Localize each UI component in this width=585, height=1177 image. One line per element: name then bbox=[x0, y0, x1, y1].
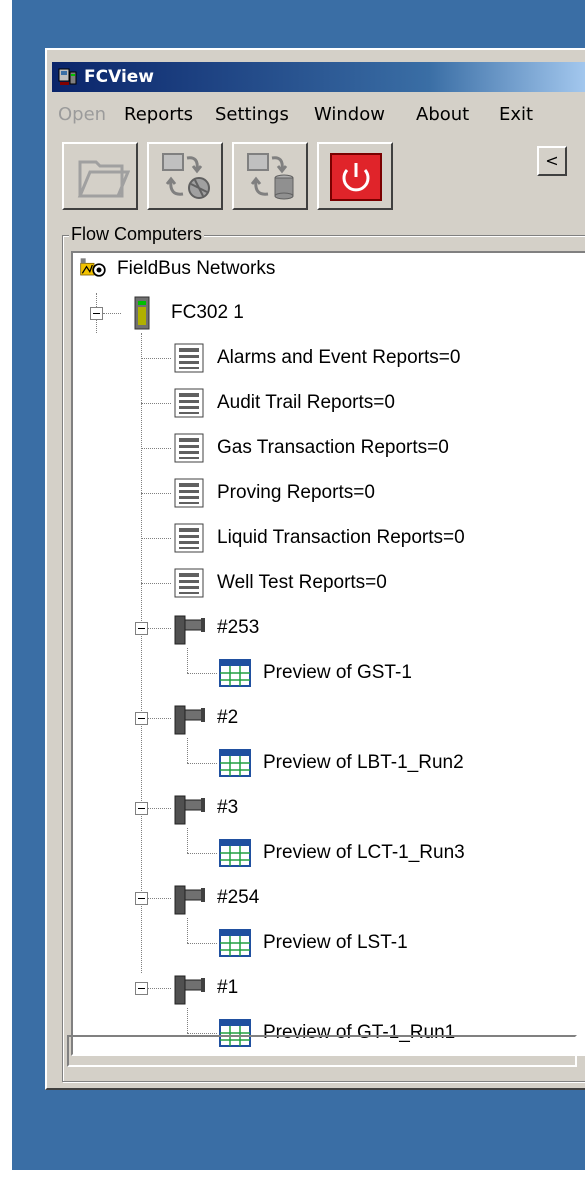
collapse-icon[interactable] bbox=[90, 307, 103, 320]
menu-about[interactable]: About bbox=[416, 104, 469, 125]
collapse-icon[interactable] bbox=[135, 982, 148, 995]
pipe-tee-icon bbox=[174, 615, 205, 645]
flow-computers-label: Flow Computers bbox=[69, 224, 205, 245]
tree-connector bbox=[141, 538, 171, 539]
table-preview-icon bbox=[219, 929, 251, 957]
report-label: Audit Trail Reports=0 bbox=[217, 392, 395, 413]
report-label: Well Test Reports=0 bbox=[217, 572, 387, 593]
network-transfer-button[interactable] bbox=[147, 142, 223, 210]
meter-run-label: #1 bbox=[217, 977, 239, 998]
database-transfer-button[interactable] bbox=[232, 142, 308, 210]
status-bar bbox=[67, 1035, 577, 1067]
report-icon bbox=[174, 568, 204, 598]
flow-computer-icon bbox=[134, 296, 150, 330]
flow-computers-group: Flow Computers FieldBus Networks FC302 1… bbox=[62, 224, 585, 1082]
database-transfer-icon bbox=[247, 153, 294, 200]
tree-connector bbox=[147, 898, 171, 899]
tree-connector bbox=[187, 738, 188, 763]
power-icon bbox=[330, 153, 382, 201]
menu-bar: Open Reports Settings Window About Exit bbox=[52, 98, 585, 132]
tree-connector bbox=[141, 358, 171, 359]
pipe-tee-icon bbox=[174, 705, 205, 735]
tree-connector bbox=[103, 313, 121, 314]
flow-computers-tree[interactable]: FieldBus Networks FC302 1 Alarms and Eve… bbox=[71, 251, 585, 1056]
pipe-tee-icon bbox=[174, 795, 205, 825]
tree-connector bbox=[147, 628, 171, 629]
screen-edge-bottom bbox=[0, 1170, 585, 1177]
collapse-icon[interactable] bbox=[135, 712, 148, 725]
tree-connector bbox=[187, 943, 217, 944]
meter-run-label: #253 bbox=[217, 617, 260, 638]
window-title: FCView bbox=[84, 67, 155, 87]
report-label: Gas Transaction Reports=0 bbox=[217, 437, 449, 458]
tree-connector bbox=[187, 763, 217, 764]
open-folder-icon bbox=[77, 160, 130, 198]
fieldbus-network-icon bbox=[80, 258, 106, 277]
preview-label: Preview of LCT-1_Run3 bbox=[263, 842, 465, 863]
collapse-panel-button[interactable]: < bbox=[537, 146, 567, 176]
table-preview-icon bbox=[219, 749, 251, 777]
pipe-tee-icon bbox=[174, 885, 205, 915]
collapse-icon[interactable] bbox=[135, 802, 148, 815]
tree-connector bbox=[187, 1008, 188, 1033]
tree-connector bbox=[187, 853, 217, 854]
fcview-window: FCView Open Reports Settings Window Abou… bbox=[45, 48, 585, 1090]
report-icon bbox=[174, 523, 204, 553]
tree-connector bbox=[141, 333, 142, 973]
tree-connector bbox=[187, 1033, 217, 1034]
menu-settings[interactable]: Settings bbox=[215, 104, 289, 125]
preview-label: Preview of LBT-1_Run2 bbox=[263, 752, 464, 773]
tree-connector bbox=[147, 718, 171, 719]
table-preview-icon bbox=[219, 659, 251, 687]
tree-connector bbox=[147, 808, 171, 809]
table-preview-icon bbox=[219, 839, 251, 867]
report-label: Liquid Transaction Reports=0 bbox=[217, 527, 465, 548]
meter-run-label: #3 bbox=[217, 797, 239, 818]
open-folder-button[interactable] bbox=[62, 142, 138, 210]
toolbar: < bbox=[52, 138, 585, 218]
report-label: Alarms and Event Reports=0 bbox=[217, 347, 461, 368]
menu-open[interactable]: Open bbox=[58, 104, 106, 125]
tree-connector bbox=[187, 918, 188, 943]
tree-connector bbox=[141, 583, 171, 584]
title-bar[interactable]: FCView bbox=[52, 62, 585, 92]
collapse-icon[interactable] bbox=[135, 892, 148, 905]
preview-label: Preview of GST-1 bbox=[263, 662, 412, 683]
tree-connector bbox=[187, 828, 188, 853]
report-icon bbox=[174, 388, 204, 418]
screen-edge bbox=[0, 0, 12, 1177]
tree-connector bbox=[141, 493, 171, 494]
preview-label: Preview of LST-1 bbox=[263, 932, 408, 953]
menu-window[interactable]: Window bbox=[314, 104, 385, 125]
report-icon bbox=[174, 478, 204, 508]
report-label: Proving Reports=0 bbox=[217, 482, 375, 503]
tree-connector bbox=[187, 673, 217, 674]
tree-connector bbox=[147, 988, 171, 989]
power-button[interactable] bbox=[317, 142, 393, 210]
tree-connector bbox=[187, 648, 188, 673]
menu-exit[interactable]: Exit bbox=[499, 104, 533, 125]
menu-reports[interactable]: Reports bbox=[124, 104, 193, 125]
pipe-tee-icon bbox=[174, 975, 205, 1005]
device-label: FC302 1 bbox=[171, 302, 244, 323]
app-icon bbox=[58, 68, 77, 85]
network-transfer-icon bbox=[162, 153, 210, 199]
report-icon bbox=[174, 433, 204, 463]
tree-connector bbox=[141, 403, 171, 404]
tree-root-label: FieldBus Networks bbox=[117, 258, 276, 279]
tree-connector bbox=[141, 448, 171, 449]
report-icon bbox=[174, 343, 204, 373]
collapse-icon[interactable] bbox=[135, 622, 148, 635]
meter-run-label: #2 bbox=[217, 707, 239, 728]
meter-run-label: #254 bbox=[217, 887, 260, 908]
